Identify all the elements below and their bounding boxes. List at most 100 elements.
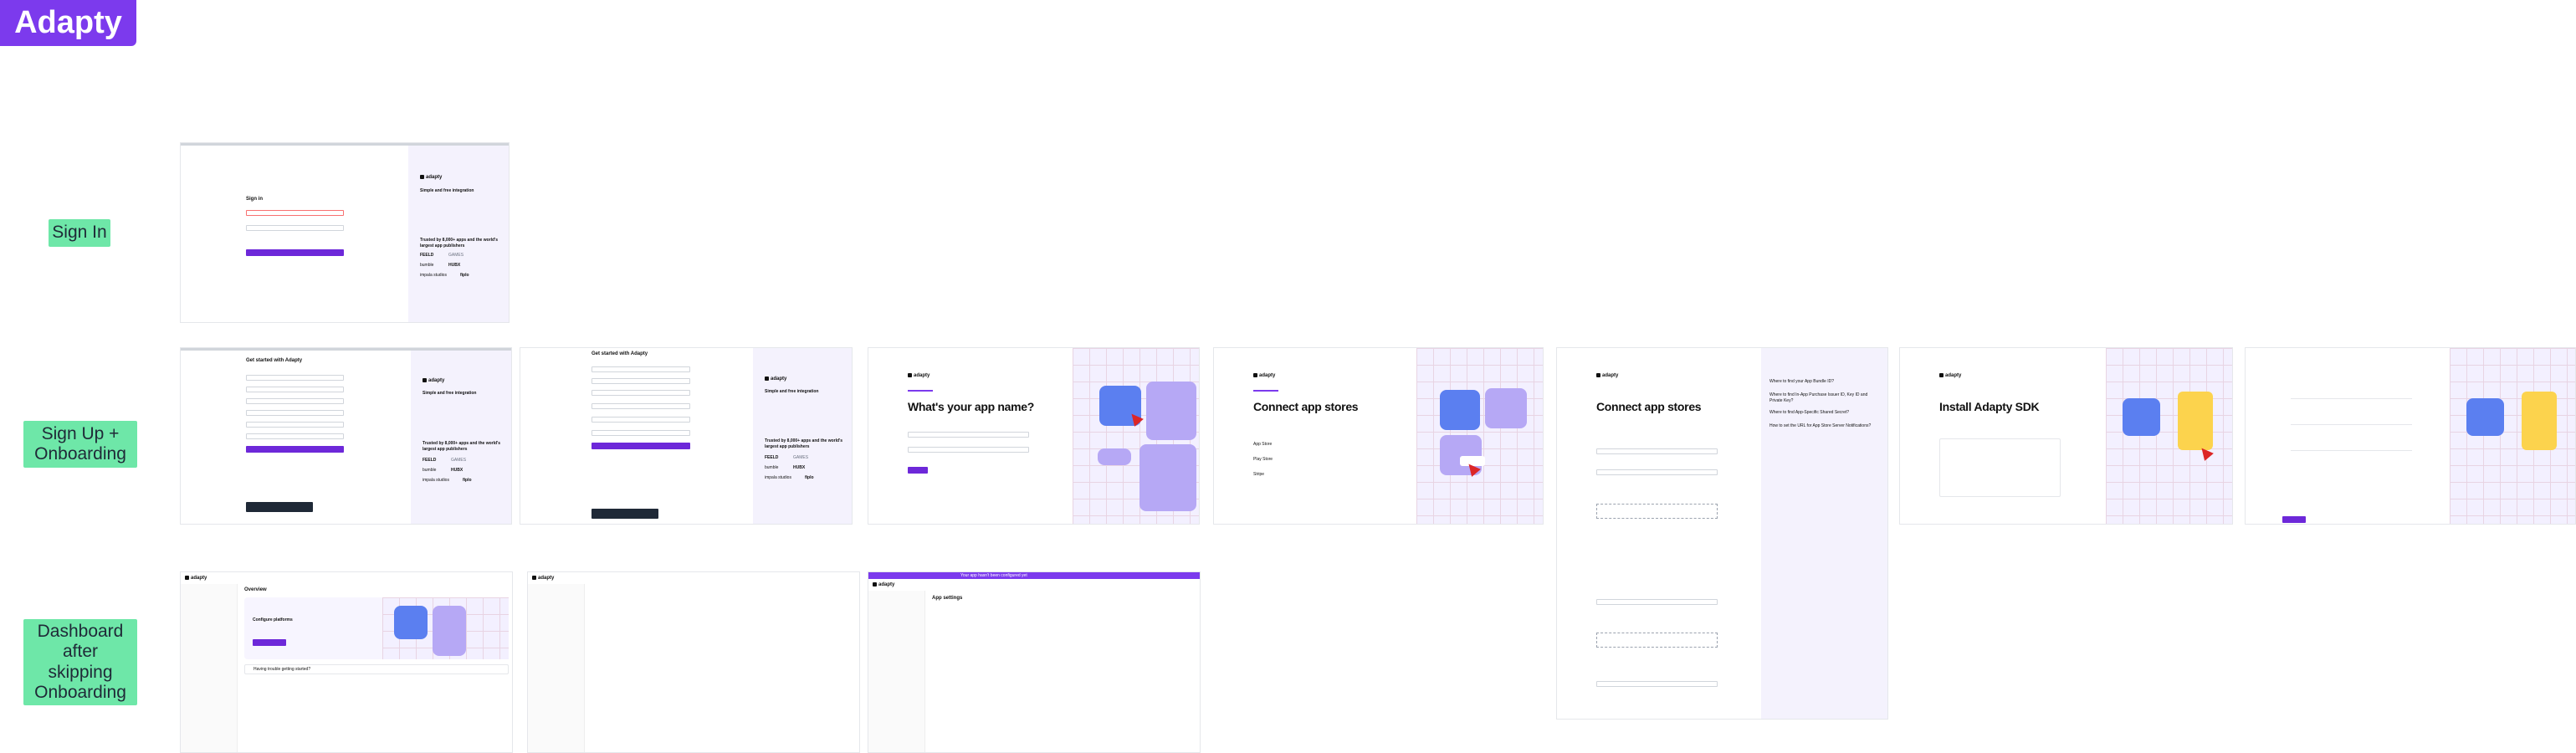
signin-heading: Sign in [246,197,263,202]
signup-button[interactable] [592,443,690,449]
row-label-dashboard-text: Dashboard after skipping Onboarding [34,622,126,702]
mrr-select[interactable] [592,417,690,423]
row-label-dashboard: Dashboard after skipping Onboarding [23,619,137,705]
private-key-dropzone[interactable] [1596,504,1718,519]
name-field[interactable] [592,366,690,372]
screen-signup-2: Get started with Adapty adapty Simple an… [520,347,853,525]
signup-button[interactable] [246,446,344,453]
sdk-illustration [2106,348,2232,524]
screen-signin: Sign in adapty Simple and free integrati… [180,142,510,323]
brand-fiplo: fiplo [460,273,469,278]
email-field[interactable] [592,378,690,384]
divider [2291,398,2412,399]
screen-sdk-guide [2245,347,2576,525]
private-key-dropzone-2[interactable] [1596,633,1718,648]
appname-title: What's your app name? [908,400,1035,413]
signup-logo-text: adapty [771,376,787,382]
sdk-logo-text: adapty [1945,373,1962,379]
brand-feeld: FEELD [423,458,437,463]
appname-logo-text: adapty [914,373,930,379]
dashboard-title: Overview [244,587,267,592]
screen-signup-1: Get started with Adapty adapty Simple an… [180,347,512,525]
mrr-select[interactable] [246,422,344,428]
faq-item[interactable]: Where to find App-Specific Shared Secret… [1769,410,1878,416]
sdk-title: Install Adapty SDK [1939,400,2040,413]
signup-logo: adapty [423,378,444,385]
email-field[interactable] [246,387,344,392]
signup-trusted: Trusted by 8,000+ apps and the world's l… [423,441,501,452]
configure-button[interactable] [253,639,286,646]
settings-title: App settings [932,596,963,601]
screen-app-settings: Your app hasn't been configured yet adap… [868,571,1201,753]
screen-connect-form: adapty Connect app stores Where to find … [1556,347,1888,720]
brand-hubx: HUBX [793,465,806,470]
signup-logo: adapty [765,376,786,383]
configure-illustration [382,597,509,659]
progress-bar [908,390,933,392]
brand-games: GAMES [793,455,809,460]
row-label-sign-in: Sign In [49,219,110,247]
brand-bumble: bumble [420,263,434,268]
password-field[interactable] [246,398,344,404]
continue-button[interactable] [908,467,928,474]
dashboard2-sidebar [528,584,585,752]
brand-bumble: bumble [765,465,779,470]
signup-side-panel-2: adapty Simple and free integration Trust… [753,348,852,524]
configure-card-title: Configure platforms [253,617,293,622]
store-label: Play Store [1253,457,1273,462]
store-play-store[interactable]: Play Store [1253,457,1375,463]
sdk-guide-illustration [2450,348,2575,524]
brand-hubx: HUBX [451,468,463,473]
name-field[interactable] [246,375,344,381]
faq-item[interactable]: Where to find In-App Purchase Issuer ID,… [1769,392,1878,403]
adapty-logo-icon [532,576,536,580]
screen-connect-stores: adapty Connect app stores App Store Play… [1213,347,1544,525]
trouble-notice: Having trouble getting started? [244,664,509,674]
next-button[interactable] [2282,516,2306,523]
row-label-sign-up-text: Sign Up + Onboarding [34,423,126,464]
signup-heading: Get started with Adapty [592,351,648,356]
store-stripe[interactable]: Stripe [1253,472,1375,478]
source-select[interactable] [592,403,690,409]
email-field[interactable] [246,210,344,216]
sdk-icons-stack [2522,392,2557,450]
signup-trusted: Trusted by 8,000+ apps and the world's l… [765,438,843,449]
screen-dashboard: adapty Overview Configure platforms Havi… [180,571,513,753]
role-select[interactable] [592,430,690,436]
row-label-sign-up: Sign Up + Onboarding [23,421,137,468]
trouble-notice-text: Having trouble getting started? [254,667,311,672]
appname-illustration [1073,348,1199,524]
adapty-logo-icon [1939,373,1944,377]
g2-badge [592,509,658,519]
role-select[interactable] [246,433,344,439]
brand-games: GAMES [451,458,467,463]
category-select[interactable] [908,447,1029,453]
divider [2291,424,2412,425]
connect-form-title: Connect app stores [1596,400,1702,413]
signin-logo: adapty [420,175,442,182]
shared-secret-input[interactable] [1596,681,1718,687]
dashboard2-logo: adapty [532,576,554,582]
password-field[interactable] [246,225,344,231]
signin-side-panel: adapty Simple and free integration Trust… [408,146,509,322]
sdk-tabs [2291,370,2354,376]
store-app-store[interactable]: App Store [1253,442,1375,448]
password-field[interactable] [592,390,690,396]
bundle-id-input[interactable] [1596,448,1718,454]
brand-fiplo: fiplo [805,475,814,480]
tile-large [1146,382,1196,440]
issuer-id-input[interactable] [1596,469,1718,475]
faq-item[interactable]: How to set the URL for App Store Server … [1769,423,1878,429]
faq-item[interactable]: Where to find your App Bundle ID? [1769,379,1878,385]
signin-button[interactable] [246,249,344,256]
signup-form-1: Get started with Adapty [246,358,344,512]
app-icon-placeholder [1440,390,1480,430]
bundle-id-input-2[interactable] [1596,599,1718,605]
signup-panel-title: Simple and free integration [423,391,477,396]
app-name-input[interactable] [908,432,1029,438]
brand-impala: impala studios [420,273,447,278]
source-select[interactable] [246,410,344,416]
adapty-logo-icon [185,576,189,580]
adapty-logo-icon [908,373,912,377]
